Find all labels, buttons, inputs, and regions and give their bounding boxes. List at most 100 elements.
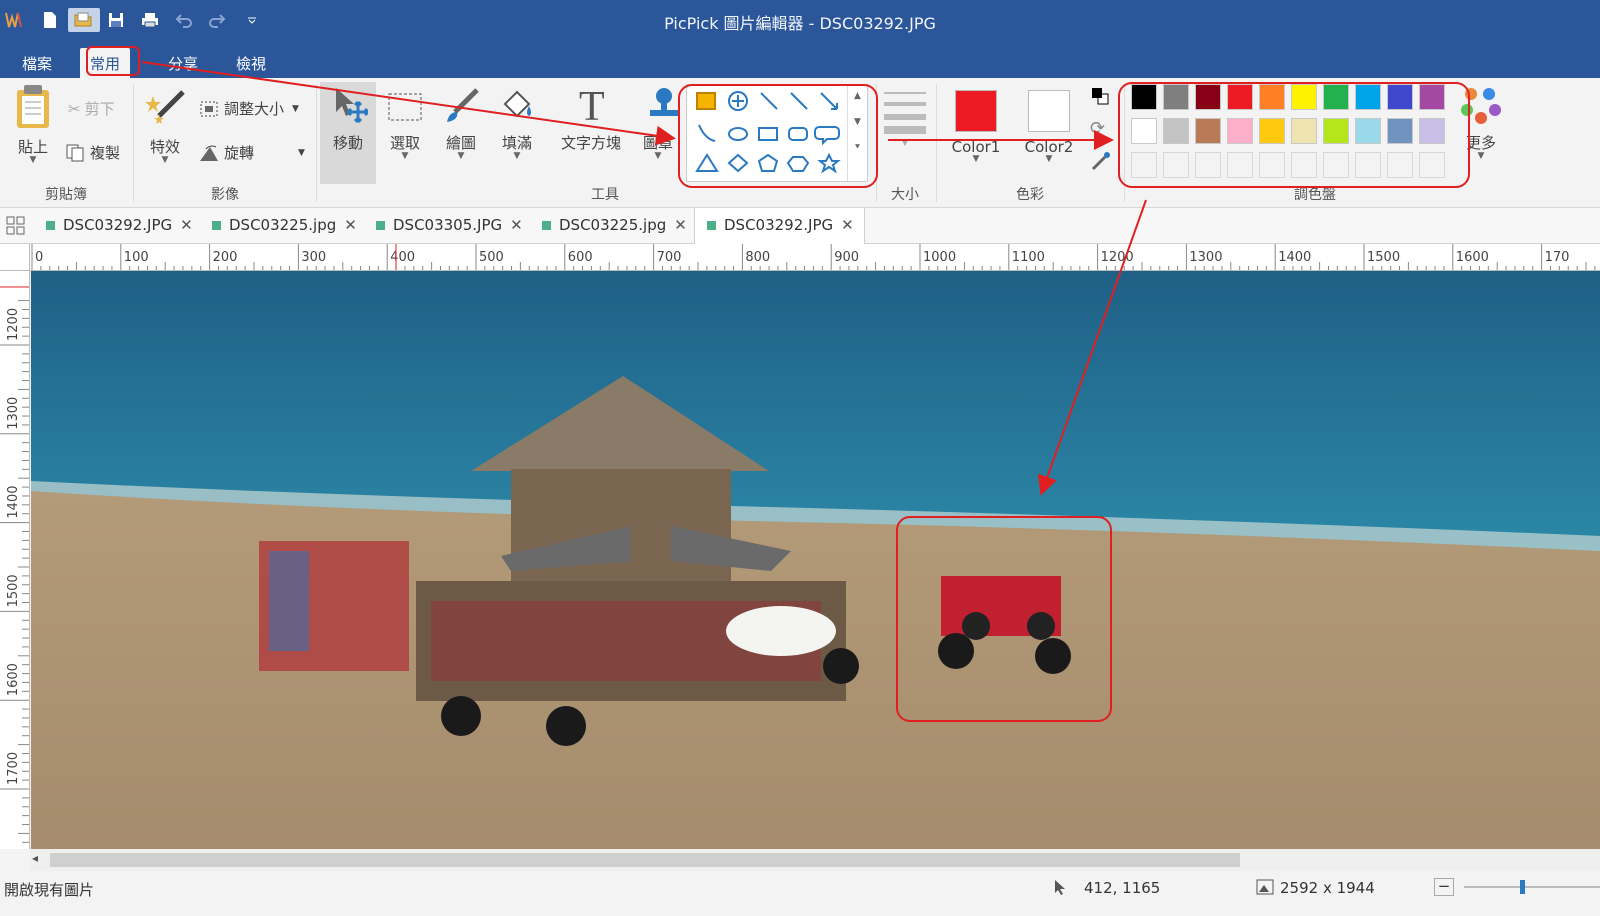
palette-swatch[interactable]: [1355, 118, 1381, 144]
palette-swatch[interactable]: [1195, 118, 1221, 144]
zoom-out-button[interactable]: −: [1434, 878, 1454, 896]
scrollbar-thumb[interactable]: [50, 853, 1240, 867]
menu-tab-home[interactable]: 常用: [80, 48, 131, 78]
doc-tab[interactable]: DSC03225.jpg ✕: [530, 208, 697, 244]
palette-swatch[interactable]: [1131, 84, 1157, 110]
palette-swatch[interactable]: [1355, 84, 1381, 110]
palette-swatch[interactable]: [1291, 118, 1317, 144]
rotate-button[interactable]: 旋轉 ▼: [198, 142, 305, 163]
menu-tab-share[interactable]: 分享: [158, 48, 208, 78]
menu-tab-view[interactable]: 檢視: [226, 48, 276, 78]
status-message: 開啟現有圖片: [4, 881, 95, 899]
chevron-down-icon: ▼: [513, 151, 521, 161]
resize-icon: [200, 101, 218, 116]
ruler-label: 200: [213, 250, 238, 265]
paste-label: 貼上: [17, 138, 48, 156]
copy-button[interactable]: 複製: [66, 142, 120, 163]
palette-swatch[interactable]: [1259, 152, 1285, 178]
default-colors-icon[interactable]: [1090, 86, 1110, 110]
palette-swatch[interactable]: [1195, 84, 1221, 110]
palette-swatch[interactable]: [1323, 84, 1349, 110]
gallery-scroll[interactable]: ▲ ▼ ⯆: [847, 85, 867, 181]
horizontal-scrollbar[interactable]: ◂: [30, 849, 1600, 871]
line-width-icon: [884, 92, 926, 134]
menu-tab-file[interactable]: 檔案: [12, 48, 62, 78]
doc-tab-label: DSC03292.JPG: [63, 216, 173, 234]
doc-tab[interactable]: DSC03305.JPG ✕: [364, 208, 533, 244]
resize-button[interactable]: 調整大小 ▼: [198, 98, 299, 119]
ruler-label: 1100: [1012, 250, 1045, 265]
beach-photo: [31, 271, 1600, 849]
image-canvas[interactable]: [31, 271, 1600, 849]
chevron-down-icon: ▼: [1477, 151, 1485, 161]
palette-swatch[interactable]: [1131, 152, 1157, 178]
palette-swatch[interactable]: [1259, 118, 1285, 144]
grid-view-icon[interactable]: [6, 216, 26, 240]
color-palette: [1131, 84, 1461, 184]
chevron-down-icon: ▼: [161, 155, 169, 165]
close-icon[interactable]: ✕: [841, 216, 854, 234]
more-colors-button[interactable]: 更多 ▼: [1456, 82, 1506, 161]
paste-button[interactable]: 貼上 ▼: [8, 82, 58, 165]
palette-swatch[interactable]: [1355, 152, 1381, 178]
ribbon: 貼上 ▼ ✂ 剪下 複製 剪貼簿 特效 ▼ 調整大小 ▼ 旋轉 ▼ 影像 移動 …: [0, 78, 1600, 208]
palette-swatch[interactable]: [1227, 84, 1253, 110]
palette-swatch[interactable]: [1195, 152, 1221, 178]
palette-swatch[interactable]: [1387, 84, 1413, 110]
doc-tab-active[interactable]: DSC03292.JPG ✕: [694, 208, 865, 244]
textbox-button[interactable]: T 文字方塊: [554, 82, 628, 153]
ruler-label: 1200: [1101, 250, 1134, 265]
color1-button[interactable]: Color1 ▼: [946, 82, 1006, 164]
image-file-icon: [542, 221, 551, 230]
scroll-left-icon[interactable]: ◂: [32, 851, 38, 865]
doc-tab[interactable]: DSC03292.JPG ✕: [34, 208, 203, 244]
zoom-slider[interactable]: [1464, 880, 1600, 894]
color-group-label: 色彩: [1016, 187, 1044, 203]
size-button[interactable]: ▼: [884, 88, 926, 148]
close-icon[interactable]: ✕: [180, 216, 193, 234]
palette-swatch[interactable]: [1163, 84, 1189, 110]
eyedropper-icon[interactable]: [1090, 150, 1112, 176]
palette-swatch[interactable]: [1163, 152, 1189, 178]
move-button[interactable]: 移動: [320, 82, 376, 184]
gallery-expand-icon[interactable]: ⯆: [848, 143, 867, 153]
effects-button[interactable]: 特效 ▼: [140, 82, 190, 165]
ruler-label: 1000: [923, 250, 956, 265]
palette-swatch[interactable]: [1227, 118, 1253, 144]
palette-swatch[interactable]: [1163, 118, 1189, 144]
palette-swatch[interactable]: [1131, 118, 1157, 144]
zoom-slider-thumb[interactable]: [1520, 880, 1525, 894]
rotate-label: 旋轉: [224, 144, 255, 162]
palette-swatch[interactable]: [1387, 152, 1413, 178]
swap-colors-icon[interactable]: ⟳: [1090, 118, 1105, 139]
palette-swatch[interactable]: [1291, 152, 1317, 178]
palette-swatch[interactable]: [1259, 84, 1285, 110]
close-icon[interactable]: ✕: [674, 216, 687, 234]
doc-tab[interactable]: DSC03225.jpg ✕: [200, 208, 367, 244]
scroll-down-icon[interactable]: ▼: [848, 117, 867, 127]
doc-tab-label: DSC03305.JPG: [393, 216, 503, 234]
ruler-label: 0: [35, 250, 43, 265]
close-icon[interactable]: ✕: [510, 216, 523, 234]
palette-swatch[interactable]: [1323, 152, 1349, 178]
size-group-label: 大小: [891, 187, 919, 203]
brush-icon: [447, 88, 479, 122]
palette-swatch[interactable]: [1419, 84, 1445, 110]
stamp-button[interactable]: 圖章 ▼: [636, 82, 680, 161]
select-button[interactable]: 選取 ▼: [382, 82, 428, 161]
palette-swatch[interactable]: [1419, 152, 1445, 178]
palette-swatch[interactable]: [1387, 118, 1413, 144]
palette-swatch[interactable]: [1227, 152, 1253, 178]
scroll-up-icon[interactable]: ▲: [848, 91, 867, 101]
clipboard-icon: [17, 85, 49, 128]
close-icon[interactable]: ✕: [344, 216, 357, 234]
palette-swatch[interactable]: [1291, 84, 1317, 110]
chevron-down-icon: ▼: [298, 147, 305, 158]
color2-button[interactable]: Color2 ▼: [1018, 82, 1080, 164]
fill-button[interactable]: 填滿 ▼: [494, 82, 540, 161]
palette-swatch[interactable]: [1419, 118, 1445, 144]
palette-swatch[interactable]: [1323, 118, 1349, 144]
fill-label: 填滿: [501, 134, 532, 152]
cut-button[interactable]: ✂ 剪下: [68, 98, 115, 119]
draw-button[interactable]: 繪圖 ▼: [438, 82, 484, 161]
